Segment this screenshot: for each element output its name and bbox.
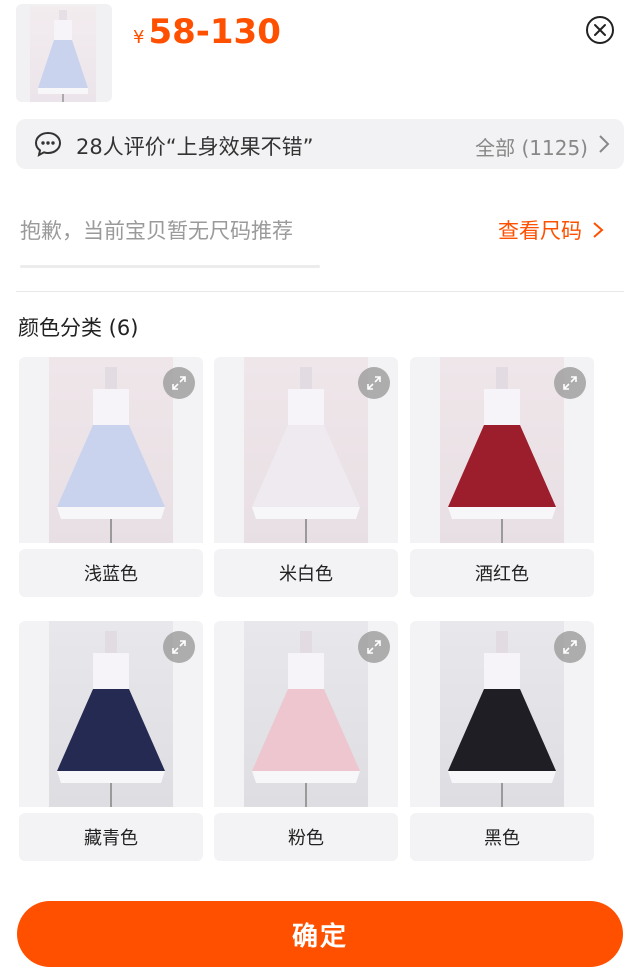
- color-option-image: [19, 357, 203, 543]
- color-option[interactable]: 浅蓝色: [19, 357, 203, 597]
- product-thumbnail-image: [30, 6, 96, 102]
- price: ¥ 58-130: [133, 12, 281, 52]
- color-option-label: 粉色: [214, 813, 398, 861]
- expand-image-button[interactable]: [163, 367, 195, 399]
- close-icon: [594, 24, 606, 36]
- dress-skirt: [448, 425, 556, 507]
- view-size-link[interactable]: 查看尺码: [498, 215, 606, 245]
- expand-icon: [563, 640, 577, 654]
- color-option-image: [214, 621, 398, 807]
- dress-photo: [244, 621, 368, 807]
- expand-image-button[interactable]: [358, 631, 390, 663]
- dress-illustration: [252, 631, 360, 807]
- color-option[interactable]: 粉色: [214, 621, 398, 861]
- currency-symbol: ¥: [133, 27, 145, 48]
- expand-image-button[interactable]: [358, 367, 390, 399]
- color-option[interactable]: 酒红色: [410, 357, 594, 597]
- expand-icon: [563, 376, 577, 390]
- expand-image-button[interactable]: [554, 367, 586, 399]
- dress-photo: [440, 357, 564, 543]
- dress-photo: [49, 621, 173, 807]
- chat-bubble-icon: [34, 131, 62, 157]
- review-all-count: 全部 (1125): [475, 136, 588, 160]
- color-option-label: 藏青色: [19, 813, 203, 861]
- dress-illustration: [252, 367, 360, 543]
- chevron-right-icon: [593, 222, 604, 238]
- price-range: 58-130: [148, 12, 281, 52]
- size-recommendation-note: 抱歉，当前宝贝暂无尺码推荐: [20, 219, 293, 243]
- size-scrollbar[interactable]: [20, 265, 320, 268]
- dress-skirt: [252, 689, 360, 771]
- confirm-button[interactable]: 确定: [17, 901, 623, 967]
- color-option-label: 黑色: [410, 813, 594, 861]
- chevron-right-icon: [599, 135, 610, 153]
- color-option-image: [410, 621, 594, 807]
- expand-image-button[interactable]: [554, 631, 586, 663]
- color-option[interactable]: 黑色: [410, 621, 594, 861]
- expand-icon: [172, 640, 186, 654]
- dress-photo: [49, 357, 173, 543]
- expand-image-button[interactable]: [163, 631, 195, 663]
- color-option-image: [19, 621, 203, 807]
- dress-illustration: [448, 367, 556, 543]
- section-divider: [16, 291, 624, 292]
- expand-icon: [367, 640, 381, 654]
- color-option-label: 酒红色: [410, 549, 594, 597]
- view-size-label: 查看尺码: [498, 219, 582, 243]
- color-option[interactable]: 米白色: [214, 357, 398, 597]
- expand-icon: [172, 376, 186, 390]
- dress-illustration: [57, 631, 165, 807]
- dress-photo: [244, 357, 368, 543]
- color-option-label: 米白色: [214, 549, 398, 597]
- dress-skirt: [252, 425, 360, 507]
- expand-icon: [367, 376, 381, 390]
- color-option-image: [214, 357, 398, 543]
- review-summary-text: 28人评价“上身效果不错”: [76, 135, 314, 159]
- review-summary-bar[interactable]: 28人评价“上身效果不错” 全部 (1125): [16, 119, 624, 169]
- color-section-title: 颜色分类 (6): [18, 316, 139, 340]
- color-option-label: 浅蓝色: [19, 549, 203, 597]
- dress-illustration: [448, 631, 556, 807]
- color-option[interactable]: 藏青色: [19, 621, 203, 861]
- dress-skirt: [57, 689, 165, 771]
- dress-skirt: [448, 689, 556, 771]
- color-option-image: [410, 357, 594, 543]
- product-thumbnail[interactable]: [16, 4, 112, 102]
- close-button[interactable]: [586, 16, 614, 44]
- dress-illustration: [57, 367, 165, 543]
- dress-photo: [440, 621, 564, 807]
- dress-skirt: [57, 425, 165, 507]
